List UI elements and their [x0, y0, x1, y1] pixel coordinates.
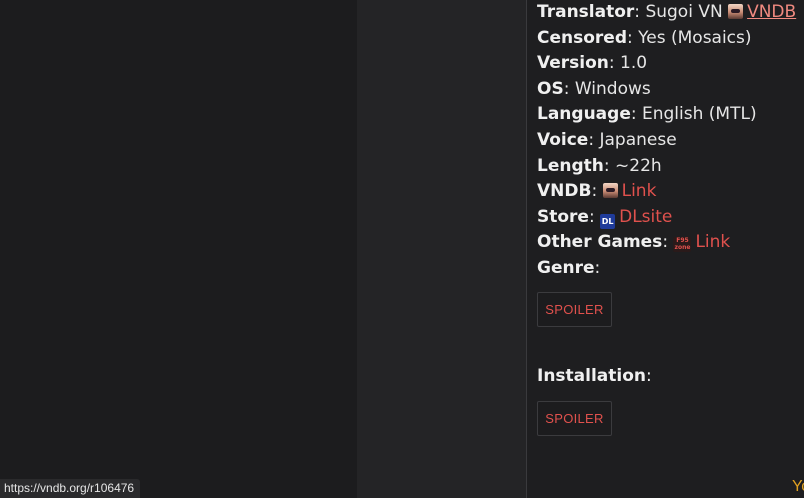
version-row: Version: 1.0: [537, 53, 648, 74]
other-games-label: Other Games: [537, 232, 663, 253]
censored-value: Yes (Mosaics): [638, 27, 752, 48]
vndb-row: VNDB: Link: [537, 181, 657, 202]
installation-label: Installation: [537, 366, 647, 386]
vndb-label: VNDB: [537, 181, 592, 202]
other-games-link[interactable]: Link: [695, 232, 730, 252]
genre-label: Genre: [537, 257, 595, 278]
length-value: ~22h: [615, 155, 662, 176]
translator-label: Translator: [537, 2, 635, 22]
game-info-panel: Translator: Sugoi VN VNDB Censored: Yes …: [527, 0, 804, 498]
os-row: OS: Windows: [537, 78, 651, 99]
voice-value: Japanese: [599, 129, 677, 150]
language-value: English (MTL): [642, 104, 757, 125]
version-label: Version: [537, 53, 609, 74]
dlsite-icon: DL: [600, 213, 616, 229]
language-row: Language: English (MTL): [537, 104, 757, 125]
os-value: Windows: [574, 78, 651, 99]
vndb-icon: [728, 4, 744, 19]
language-label: Language: [537, 104, 631, 125]
dlsite-link[interactable]: DLsite: [619, 207, 672, 227]
installation-spoiler-button[interactable]: SPOILER: [537, 401, 612, 436]
genre-spoiler-button[interactable]: SPOILER: [537, 292, 612, 327]
translator-row: Translator: Sugoi VN VNDB: [537, 2, 797, 22]
length-row: Length: ~22h: [537, 155, 662, 176]
version-value: 1.0: [620, 53, 648, 74]
voice-label: Voice: [537, 129, 589, 150]
store-label: Store: [537, 206, 589, 227]
middle-blank-pane: [357, 0, 526, 498]
voice-row: Voice: Japanese: [537, 129, 677, 150]
genre-row: Genre:: [537, 257, 601, 278]
length-label: Length: [537, 155, 604, 176]
info-list: Translator: Sugoi VN VNDB Censored: Yes …: [537, 0, 796, 282]
translator-value: Sugoi VN: [645, 2, 723, 22]
censored-label: Censored: [537, 27, 627, 48]
translator-vndb-link[interactable]: VNDB: [747, 2, 796, 22]
vndb-icon: [602, 183, 618, 199]
censored-row: Censored: Yes (Mosaics): [537, 27, 752, 48]
corner-partial-text: Yo: [792, 478, 804, 495]
vndb-link[interactable]: Link: [622, 181, 657, 201]
other-games-row: Other Games: F95 zone Link: [537, 232, 731, 253]
store-row: Store: DL DLsite: [537, 206, 673, 229]
os-label: OS: [537, 78, 564, 99]
status-bar-url: https://vndb.org/r106476: [0, 479, 141, 498]
installation-heading: Installation:: [537, 366, 652, 386]
left-blank-pane: [0, 0, 357, 498]
f95-icon: F95 zone: [673, 237, 692, 253]
